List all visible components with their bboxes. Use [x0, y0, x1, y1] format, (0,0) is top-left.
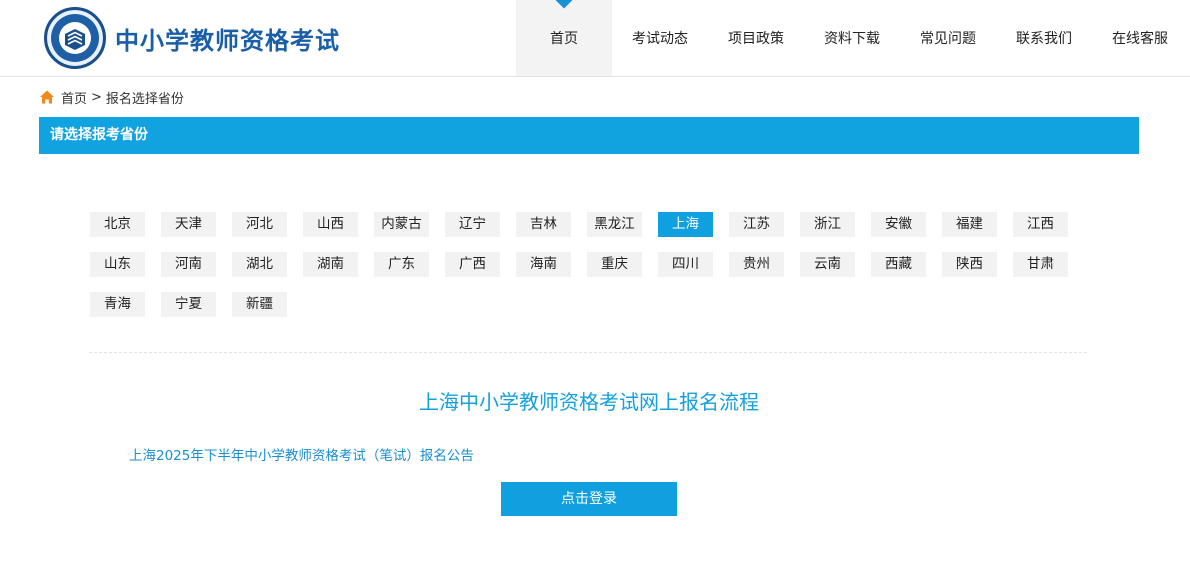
province-list: 北京 天津 河北 山西 内蒙古 辽宁 吉林 黑龙江 上海 江苏 浙江 安徽 福建 江西山东 河南 湖北 湖南 广东…	[90, 212, 1080, 332]
nav-item-label: 在线客服	[1112, 31, 1168, 47]
province-button[interactable]: 上海	[658, 212, 713, 237]
nav-item-exam-news[interactable]: 考试动态	[612, 0, 708, 76]
nav-item-label: 首页	[550, 31, 578, 47]
nav-item-downloads[interactable]: 资料下载	[804, 0, 900, 76]
province-button[interactable]: 广西	[445, 252, 500, 277]
province-button[interactable]: 内蒙古	[374, 212, 429, 237]
province-button[interactable]: 宁夏	[161, 292, 216, 317]
province-button[interactable]: 四川	[658, 252, 713, 277]
breadcrumb-home-link[interactable]: 首页	[61, 88, 87, 107]
registration-notice-link[interactable]: 上海2025年下半年中小学教师资格考试（笔试）报名公告	[129, 444, 474, 464]
province-button[interactable]: 山东	[90, 252, 145, 277]
main-nav: 首页 考试动态 项目政策 资料下载 常见问题 联系我们 在线客服	[516, 0, 1188, 76]
province-button[interactable]: 河北	[232, 212, 287, 237]
breadcrumb-separator: >	[91, 89, 102, 105]
province-button[interactable]: 湖北	[232, 252, 287, 277]
registration-flow-title: 上海中小学教师资格考试网上报名流程	[419, 390, 759, 414]
province-button[interactable]: 天津	[161, 212, 216, 237]
province-button[interactable]: 陕西	[942, 252, 997, 277]
nav-item-home[interactable]: 首页	[516, 0, 612, 76]
province-button[interactable]: 浙江	[800, 212, 855, 237]
province-button[interactable]: 江苏	[729, 212, 784, 237]
book-shield-emblem-icon	[59, 22, 91, 54]
nav-item-label: 项目政策	[728, 31, 784, 47]
province-button[interactable]: 吉林	[516, 212, 571, 237]
section-title: 请选择报考省份	[50, 127, 148, 143]
province-button[interactable]: 山西	[303, 212, 358, 237]
province-button[interactable]: 湖南	[303, 252, 358, 277]
site-title[interactable]: 中小学教师资格考试	[115, 21, 340, 56]
province-button[interactable]: 西藏	[871, 252, 926, 277]
province-button[interactable]: 北京	[90, 212, 145, 237]
province-button[interactable]: 甘肃	[1013, 252, 1068, 277]
breadcrumb: 首页 > 报名选择省份	[39, 87, 184, 107]
dashed-divider	[89, 352, 1087, 353]
nav-item-contact[interactable]: 联系我们	[996, 0, 1092, 76]
province-button[interactable]: 海南	[516, 252, 571, 277]
nav-item-faq[interactable]: 常见问题	[900, 0, 996, 76]
province-button[interactable]: 贵州	[729, 252, 784, 277]
login-button[interactable]: 点击登录	[501, 482, 677, 516]
section-title-bar: 请选择报考省份	[39, 117, 1139, 154]
province-button[interactable]: 安徽	[871, 212, 926, 237]
province-button[interactable]: 黑龙江	[587, 212, 642, 237]
province-button[interactable]: 福建	[942, 212, 997, 237]
home-icon	[40, 90, 54, 104]
province-button[interactable]: 云南	[800, 252, 855, 277]
nav-item-label: 考试动态	[632, 31, 688, 47]
province-button[interactable]: 新疆	[232, 292, 287, 317]
breadcrumb-current: 报名选择省份	[105, 91, 184, 107]
nav-item-label: 联系我们	[1016, 31, 1072, 47]
nav-item-label: 资料下载	[824, 31, 880, 47]
site-logo[interactable]	[44, 7, 106, 69]
province-button[interactable]: 青海	[90, 292, 145, 317]
province-button[interactable]: 广东	[374, 252, 429, 277]
province-button[interactable]: 江西	[1013, 212, 1068, 237]
nav-item-label: 常见问题	[920, 31, 976, 47]
nav-item-online-service[interactable]: 在线客服	[1092, 0, 1188, 76]
province-button[interactable]: 河南	[161, 252, 216, 277]
nav-item-policies[interactable]: 项目政策	[708, 0, 804, 76]
province-button[interactable]: 辽宁	[445, 212, 500, 237]
site-header: 中小学教师资格考试 首页 考试动态 项目政策 资料下载 常见问题 联系我们 在线…	[0, 0, 1190, 77]
active-caret-icon	[555, 0, 573, 9]
province-button[interactable]: 重庆	[587, 252, 642, 277]
